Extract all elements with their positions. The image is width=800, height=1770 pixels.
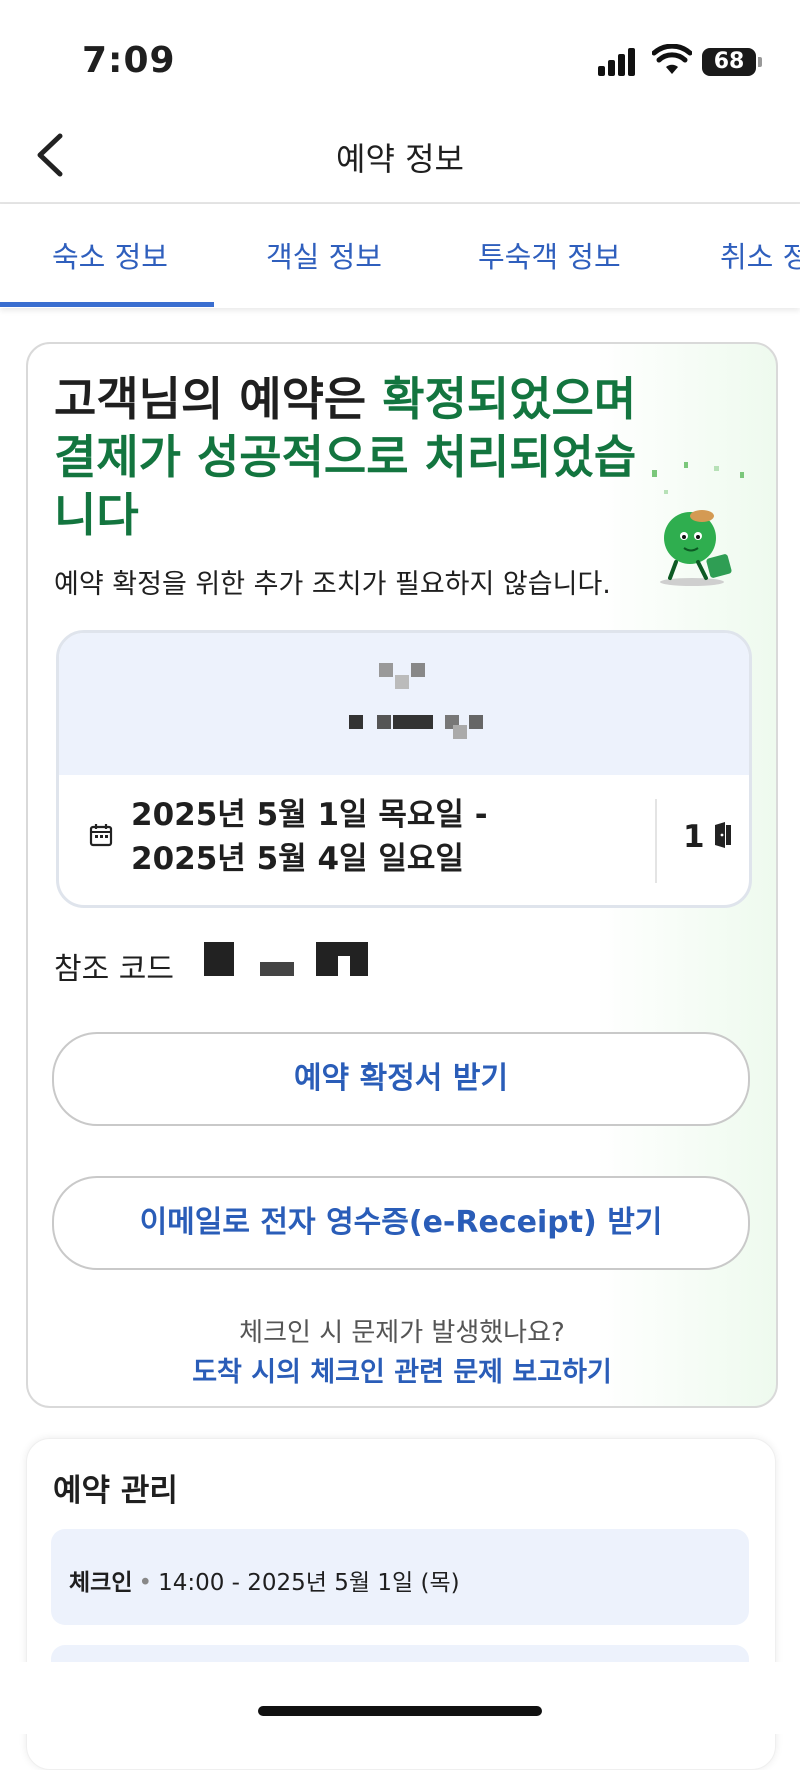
check-in-date: 2025년 5월 1일 목요일 -	[131, 797, 488, 833]
reference-code-label: 참조 코드	[54, 952, 174, 987]
get-booking-confirmation-button[interactable]: 예약 확정서 받기	[52, 1032, 750, 1126]
wifi-icon	[652, 44, 692, 74]
tab-room-info[interactable]: 객실 정보	[266, 234, 382, 276]
tab-cancellation-info[interactable]: 취소 정	[720, 234, 800, 276]
battery-cap	[758, 57, 762, 67]
calendar-icon	[89, 824, 113, 847]
tab-bar: 숙소 정보 객실 정보 투숙객 정보 취소 정	[0, 204, 800, 308]
stay-summary-box: 2025년 5월 1일 목요일 - 2025년 5월 4일 일요일 1	[56, 630, 752, 908]
check-in-label: 체크인	[69, 1570, 133, 1596]
tab-guest-info[interactable]: 투숙객 정보	[478, 234, 621, 276]
check-in-time-text: 체크인 • 14:00 - 2025년 5월 1일 (목)	[69, 1563, 460, 1597]
email-e-receipt-button[interactable]: 이메일로 전자 영수증(e-Receipt) 받기	[52, 1176, 750, 1270]
door-icon	[715, 822, 731, 848]
celebrating-mascot-icon	[652, 462, 744, 586]
room-count: 1	[683, 819, 705, 855]
home-indicator-area	[0, 1662, 800, 1734]
property-header	[59, 633, 749, 775]
checkin-problem-question: 체크인 시 문제가 발생했나요?	[239, 1318, 565, 1348]
property-name-redacted	[349, 663, 483, 743]
headline-text: 고객님의 예약은	[54, 372, 383, 426]
status-time: 7:09	[82, 40, 176, 81]
confirmation-headline: 고객님의 예약은 확정되었으며 결제가 성공적으로 처리되었습니다	[54, 370, 654, 544]
separator-dot: •	[138, 1570, 153, 1596]
reference-code-redacted	[204, 942, 374, 978]
manage-booking-title: 예약 관리	[53, 1473, 178, 1509]
tab-property-info[interactable]: 숙소 정보	[52, 234, 168, 276]
battery-icon: 68	[702, 48, 756, 76]
booking-confirmation-card: 고객님의 예약은 확정되었으며 결제가 성공적으로 처리되었습니다 예약 확정을…	[26, 342, 778, 1408]
check-in-time-row[interactable]: 체크인 • 14:00 - 2025년 5월 1일 (목)	[51, 1529, 749, 1625]
confirmation-subtext: 예약 확정을 위한 추가 조치가 필요하지 않습니다.	[54, 569, 611, 600]
page-title: 예약 정보	[336, 140, 464, 178]
cellular-signal-icon	[598, 46, 640, 76]
vertical-divider	[655, 799, 657, 883]
status-bar: 7:09 68	[0, 0, 800, 110]
check-in-value: 14:00 - 2025년 5월 1일 (목)	[158, 1570, 460, 1596]
stay-dates: 2025년 5월 1일 목요일 - 2025년 5월 4일 일요일	[131, 793, 488, 881]
check-out-date: 2025년 5월 4일 일요일	[131, 841, 464, 877]
home-indicator[interactable]	[258, 1706, 542, 1716]
report-checkin-problem-link[interactable]: 도착 시의 체크인 관련 문제 보고하기	[28, 1350, 776, 1389]
nav-header: 예약 정보	[0, 110, 800, 204]
active-tab-indicator	[0, 302, 214, 307]
